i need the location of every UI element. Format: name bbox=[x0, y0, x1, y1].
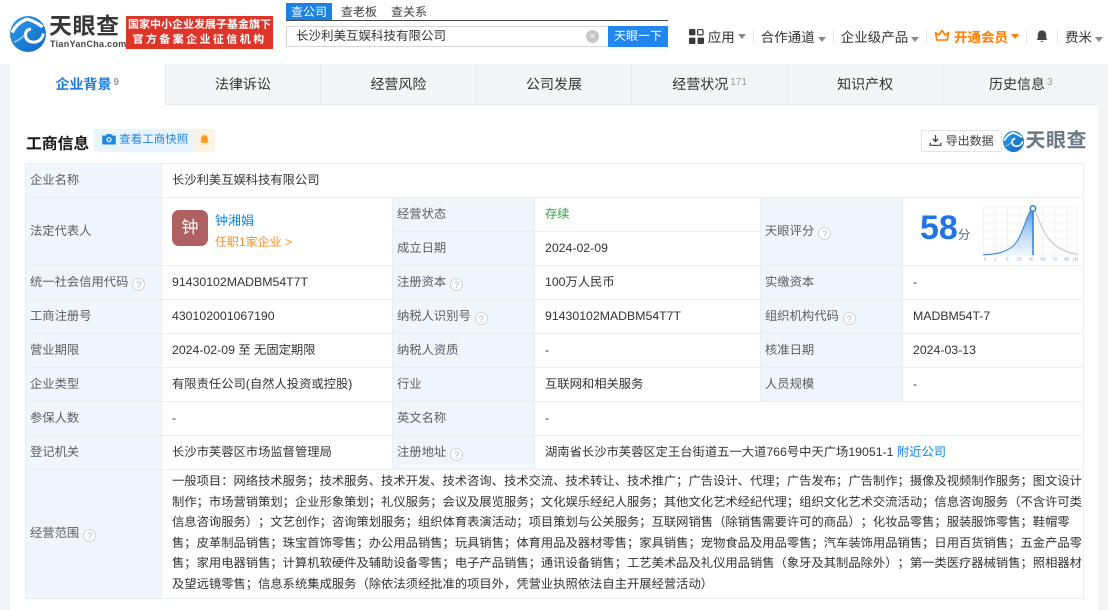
svg-text:0: 0 bbox=[983, 256, 986, 261]
svg-text:5: 5 bbox=[1006, 256, 1009, 261]
svg-text:100: 100 bbox=[1072, 256, 1078, 261]
svg-text:30: 30 bbox=[1028, 256, 1034, 261]
svg-text:50: 50 bbox=[1040, 256, 1046, 261]
svg-text:70: 70 bbox=[1052, 256, 1058, 261]
svg-text:1: 1 bbox=[994, 256, 997, 261]
svg-text:90: 90 bbox=[1064, 256, 1070, 261]
svg-text:15: 15 bbox=[1016, 256, 1022, 261]
